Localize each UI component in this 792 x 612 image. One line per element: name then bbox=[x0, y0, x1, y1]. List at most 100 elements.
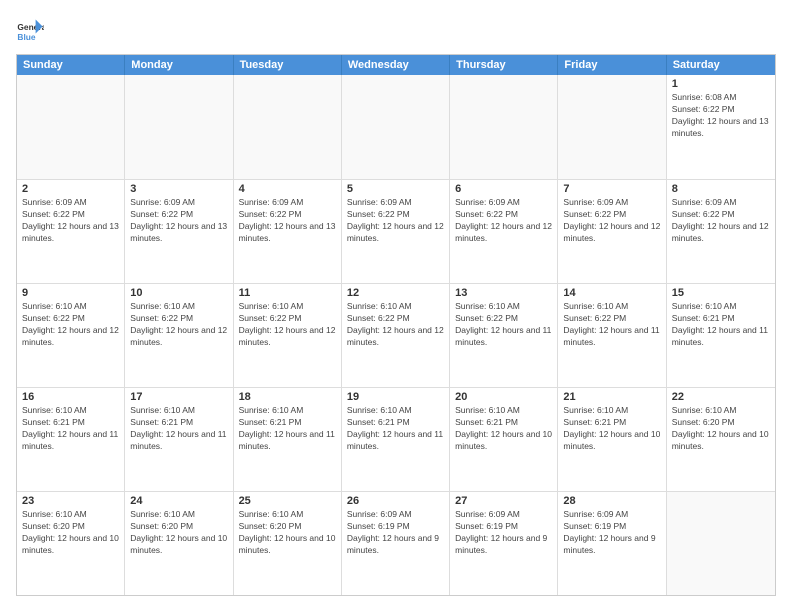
calendar-cell: 8 Sunrise: 6:09 AM Sunset: 6:22 PM Daylig… bbox=[667, 180, 775, 283]
calendar-cell: 15 Sunrise: 6:10 AM Sunset: 6:21 PM Dayli… bbox=[667, 284, 775, 387]
day-info: Sunrise: 6:09 AM Sunset: 6:19 PM Dayligh… bbox=[347, 509, 444, 557]
calendar-cell: 12 Sunrise: 6:10 AM Sunset: 6:22 PM Dayli… bbox=[342, 284, 450, 387]
calendar-row-2: 2 Sunrise: 6:09 AM Sunset: 6:22 PM Daylig… bbox=[17, 179, 775, 283]
calendar-cell: 4 Sunrise: 6:09 AM Sunset: 6:22 PM Daylig… bbox=[234, 180, 342, 283]
day-number: 1 bbox=[672, 78, 770, 90]
calendar-cell: 27 Sunrise: 6:09 AM Sunset: 6:19 PM Dayli… bbox=[450, 492, 558, 595]
calendar-cell: 9 Sunrise: 6:10 AM Sunset: 6:22 PM Daylig… bbox=[17, 284, 125, 387]
day-info: Sunrise: 6:10 AM Sunset: 6:21 PM Dayligh… bbox=[130, 405, 227, 453]
day-number: 17 bbox=[130, 391, 227, 403]
calendar-cell: 26 Sunrise: 6:09 AM Sunset: 6:19 PM Dayli… bbox=[342, 492, 450, 595]
calendar-cell: 1 Sunrise: 6:08 AM Sunset: 6:22 PM Daylig… bbox=[667, 75, 775, 179]
day-number: 21 bbox=[563, 391, 660, 403]
day-number: 3 bbox=[130, 183, 227, 195]
day-info: Sunrise: 6:10 AM Sunset: 6:21 PM Dayligh… bbox=[347, 405, 444, 453]
day-info: Sunrise: 6:10 AM Sunset: 6:22 PM Dayligh… bbox=[22, 301, 119, 349]
day-number: 9 bbox=[22, 287, 119, 299]
calendar-cell: 28 Sunrise: 6:09 AM Sunset: 6:19 PM Dayli… bbox=[558, 492, 666, 595]
calendar-row-3: 9 Sunrise: 6:10 AM Sunset: 6:22 PM Daylig… bbox=[17, 283, 775, 387]
calendar-cell: 10 Sunrise: 6:10 AM Sunset: 6:22 PM Dayli… bbox=[125, 284, 233, 387]
day-number: 23 bbox=[22, 495, 119, 507]
calendar-cell: 22 Sunrise: 6:10 AM Sunset: 6:20 PM Dayli… bbox=[667, 388, 775, 491]
day-number: 13 bbox=[455, 287, 552, 299]
day-number: 2 bbox=[22, 183, 119, 195]
day-number: 11 bbox=[239, 287, 336, 299]
calendar-body: 1 Sunrise: 6:08 AM Sunset: 6:22 PM Daylig… bbox=[17, 75, 775, 595]
calendar-row-5: 23 Sunrise: 6:10 AM Sunset: 6:20 PM Dayli… bbox=[17, 491, 775, 595]
day-info: Sunrise: 6:10 AM Sunset: 6:21 PM Dayligh… bbox=[22, 405, 119, 453]
day-info: Sunrise: 6:10 AM Sunset: 6:20 PM Dayligh… bbox=[130, 509, 227, 557]
calendar-cell: 6 Sunrise: 6:09 AM Sunset: 6:22 PM Daylig… bbox=[450, 180, 558, 283]
day-number: 26 bbox=[347, 495, 444, 507]
day-info: Sunrise: 6:09 AM Sunset: 6:22 PM Dayligh… bbox=[672, 197, 770, 245]
calendar-cell: 20 Sunrise: 6:10 AM Sunset: 6:21 PM Dayli… bbox=[450, 388, 558, 491]
day-info: Sunrise: 6:10 AM Sunset: 6:21 PM Dayligh… bbox=[672, 301, 770, 349]
day-number: 14 bbox=[563, 287, 660, 299]
calendar-cell: 17 Sunrise: 6:10 AM Sunset: 6:21 PM Dayli… bbox=[125, 388, 233, 491]
calendar-row-1: 1 Sunrise: 6:08 AM Sunset: 6:22 PM Daylig… bbox=[17, 75, 775, 179]
day-info: Sunrise: 6:10 AM Sunset: 6:22 PM Dayligh… bbox=[130, 301, 227, 349]
calendar-cell: 19 Sunrise: 6:10 AM Sunset: 6:21 PM Dayli… bbox=[342, 388, 450, 491]
day-number: 15 bbox=[672, 287, 770, 299]
page: General Blue SundayMondayTuesdayWednesda… bbox=[0, 0, 792, 612]
svg-text:Blue: Blue bbox=[17, 32, 35, 42]
day-number: 24 bbox=[130, 495, 227, 507]
day-info: Sunrise: 6:10 AM Sunset: 6:22 PM Dayligh… bbox=[563, 301, 660, 349]
day-number: 28 bbox=[563, 495, 660, 507]
calendar-cell: 24 Sunrise: 6:10 AM Sunset: 6:20 PM Dayli… bbox=[125, 492, 233, 595]
day-number: 12 bbox=[347, 287, 444, 299]
day-number: 19 bbox=[347, 391, 444, 403]
calendar-cell: 23 Sunrise: 6:10 AM Sunset: 6:20 PM Dayli… bbox=[17, 492, 125, 595]
calendar-cell: 3Sunrise: 6:09 AM Sunset: 6:22 PM Daylig… bbox=[125, 180, 233, 283]
day-number: 5 bbox=[347, 183, 444, 195]
calendar-cell: 2 Sunrise: 6:09 AM Sunset: 6:22 PM Daylig… bbox=[17, 180, 125, 283]
weekday-header-friday: Friday bbox=[558, 55, 666, 75]
day-number: 10 bbox=[130, 287, 227, 299]
day-number: 20 bbox=[455, 391, 552, 403]
day-info: Sunrise: 6:09 AM Sunset: 6:19 PM Dayligh… bbox=[563, 509, 660, 557]
weekday-header-saturday: Saturday bbox=[667, 55, 775, 75]
day-number: 27 bbox=[455, 495, 552, 507]
calendar-cell bbox=[234, 75, 342, 179]
calendar-cell: 13 Sunrise: 6:10 AM Sunset: 6:22 PM Dayli… bbox=[450, 284, 558, 387]
calendar-cell: 18 Sunrise: 6:10 AM Sunset: 6:21 PM Dayli… bbox=[234, 388, 342, 491]
calendar-cell bbox=[342, 75, 450, 179]
day-info: Sunrise: 6:10 AM Sunset: 6:22 PM Dayligh… bbox=[347, 301, 444, 349]
day-info: Sunrise: 6:08 AM Sunset: 6:22 PM Dayligh… bbox=[672, 92, 770, 140]
day-info: Sunrise: 6:10 AM Sunset: 6:22 PM Dayligh… bbox=[239, 301, 336, 349]
day-number: 6 bbox=[455, 183, 552, 195]
day-info: Sunrise: 6:09 AM Sunset: 6:22 PM Dayligh… bbox=[455, 197, 552, 245]
day-number: 16 bbox=[22, 391, 119, 403]
weekday-header-wednesday: Wednesday bbox=[342, 55, 450, 75]
calendar-cell: 7 Sunrise: 6:09 AM Sunset: 6:22 PM Daylig… bbox=[558, 180, 666, 283]
day-info: Sunrise: 6:09 AM Sunset: 6:22 PM Dayligh… bbox=[563, 197, 660, 245]
day-number: 18 bbox=[239, 391, 336, 403]
calendar-row-4: 16 Sunrise: 6:10 AM Sunset: 6:21 PM Dayli… bbox=[17, 387, 775, 491]
day-info: Sunrise: 6:10 AM Sunset: 6:22 PM Dayligh… bbox=[455, 301, 552, 349]
day-info: Sunrise: 6:09 AM Sunset: 6:19 PM Dayligh… bbox=[455, 509, 552, 557]
day-info: Sunrise: 6:10 AM Sunset: 6:21 PM Dayligh… bbox=[455, 405, 552, 453]
day-info: Sunrise: 6:09 AM Sunset: 6:22 PM Dayligh… bbox=[347, 197, 444, 245]
day-number: 7 bbox=[563, 183, 660, 195]
logo-icon: General Blue bbox=[16, 16, 44, 44]
day-info: Sunrise: 6:09 AM Sunset: 6:22 PM Dayligh… bbox=[22, 197, 119, 245]
calendar-cell: 11 Sunrise: 6:10 AM Sunset: 6:22 PM Dayli… bbox=[234, 284, 342, 387]
calendar-cell: 21 Sunrise: 6:10 AM Sunset: 6:21 PM Dayli… bbox=[558, 388, 666, 491]
calendar-header: SundayMondayTuesdayWednesdayThursdayFrid… bbox=[17, 55, 775, 75]
calendar-cell: 25 Sunrise: 6:10 AM Sunset: 6:20 PM Dayli… bbox=[234, 492, 342, 595]
day-number: 25 bbox=[239, 495, 336, 507]
day-info: Sunrise: 6:10 AM Sunset: 6:21 PM Dayligh… bbox=[563, 405, 660, 453]
weekday-header-tuesday: Tuesday bbox=[234, 55, 342, 75]
calendar-cell: 16 Sunrise: 6:10 AM Sunset: 6:21 PM Dayli… bbox=[17, 388, 125, 491]
day-info: Sunrise: 6:10 AM Sunset: 6:20 PM Dayligh… bbox=[239, 509, 336, 557]
calendar-cell bbox=[450, 75, 558, 179]
day-info: Sunrise: 6:10 AM Sunset: 6:20 PM Dayligh… bbox=[22, 509, 119, 557]
day-number: 4 bbox=[239, 183, 336, 195]
calendar-cell: 5 Sunrise: 6:09 AM Sunset: 6:22 PM Daylig… bbox=[342, 180, 450, 283]
day-info: Sunrise: 6:10 AM Sunset: 6:21 PM Dayligh… bbox=[239, 405, 336, 453]
day-number: 22 bbox=[672, 391, 770, 403]
calendar-cell bbox=[125, 75, 233, 179]
day-number: 8 bbox=[672, 183, 770, 195]
day-info: Sunrise: 6:10 AM Sunset: 6:20 PM Dayligh… bbox=[672, 405, 770, 453]
day-info: Sunrise: 6:09 AM Sunset: 6:22 PM Dayligh… bbox=[239, 197, 336, 245]
